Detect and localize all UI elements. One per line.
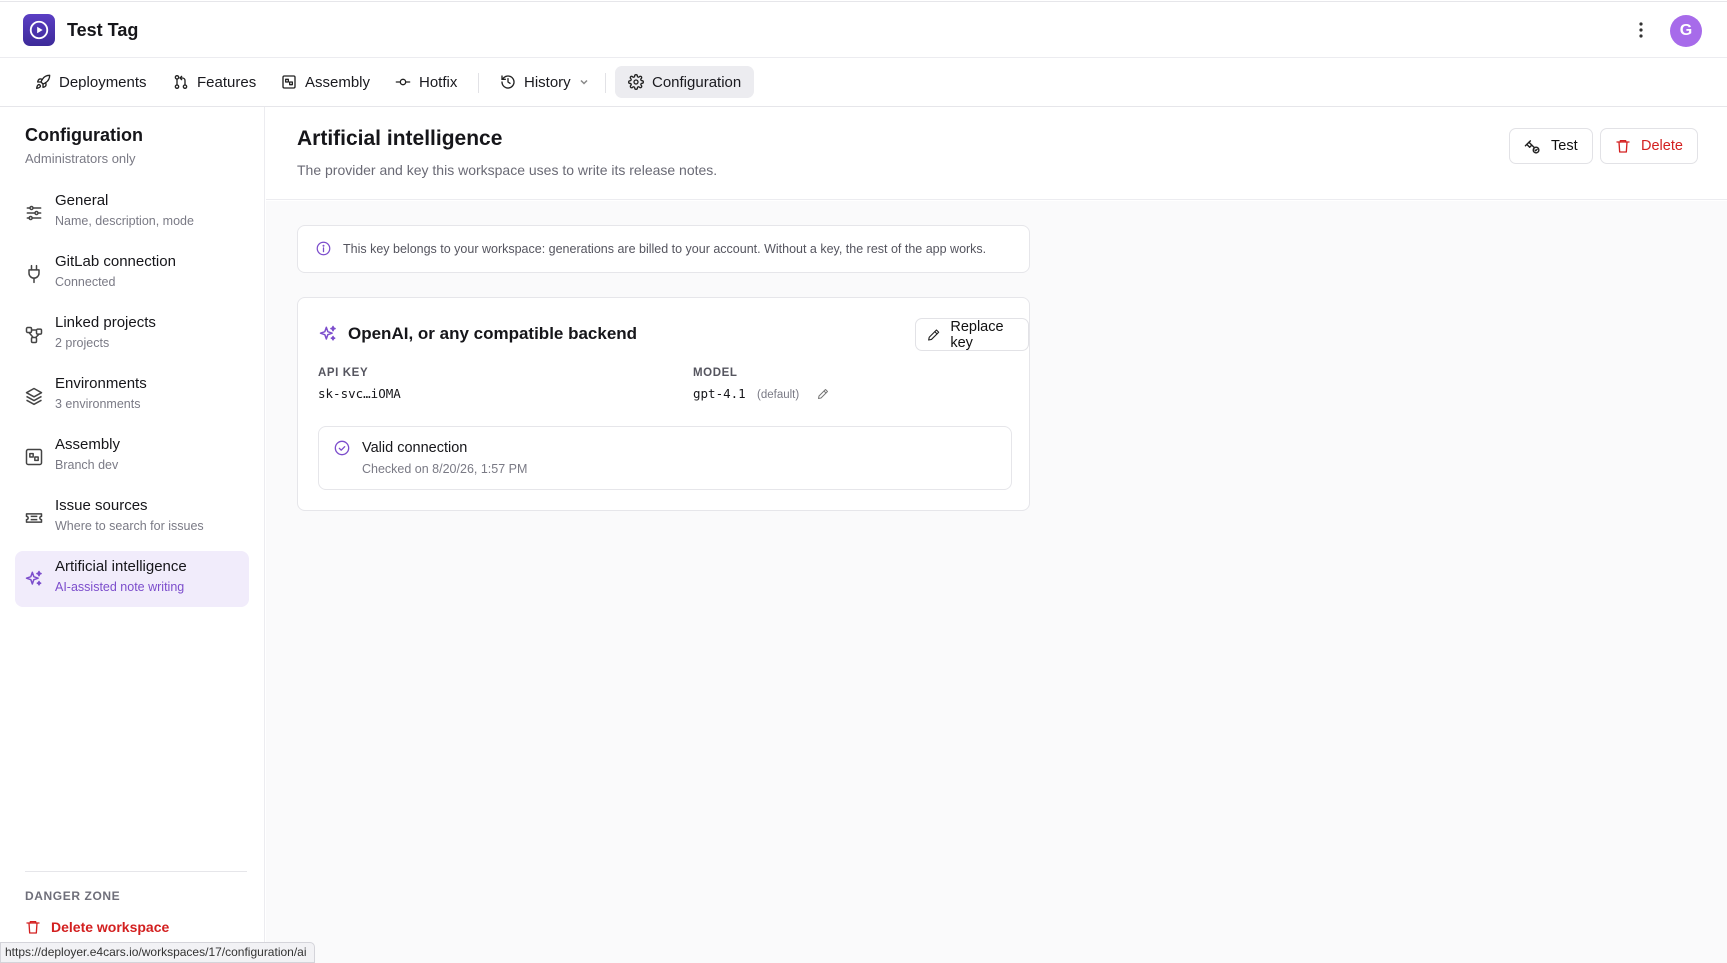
pencil-icon bbox=[928, 328, 940, 341]
ticket-icon bbox=[25, 513, 43, 523]
config-sidebar: Configuration Administrators only Genera… bbox=[0, 107, 265, 963]
commit-icon bbox=[395, 78, 411, 86]
tab-features[interactable]: Features bbox=[160, 66, 269, 98]
tab-hotfix[interactable]: Hotfix bbox=[382, 66, 470, 98]
page-subtitle: The provider and key this workspace uses… bbox=[297, 162, 718, 178]
sidebar-item-linked-projects[interactable]: Linked projects 2 projects bbox=[15, 307, 249, 363]
trash-icon bbox=[26, 921, 40, 934]
sparkles-icon bbox=[319, 325, 336, 341]
sidebar-item-description: Connected bbox=[55, 275, 116, 289]
tab-configuration[interactable]: Configuration bbox=[615, 66, 755, 98]
sidebar-item-environments[interactable]: Environments 3 environments bbox=[15, 368, 249, 424]
info-icon bbox=[316, 241, 331, 256]
top-header: Test Tag G bbox=[0, 1, 1727, 58]
sidebar-item-description: 2 projects bbox=[55, 336, 110, 350]
danger-zone-divider bbox=[25, 871, 247, 872]
delete-button[interactable]: Delete bbox=[1600, 128, 1698, 164]
model-label: MODEL bbox=[693, 367, 738, 379]
nodes-icon bbox=[25, 326, 43, 344]
sidebar-subtitle: Administrators only bbox=[25, 151, 136, 166]
tab-label: Configuration bbox=[652, 73, 742, 91]
plug-icon bbox=[28, 264, 40, 284]
provider-title: OpenAI, or any compatible backend bbox=[348, 324, 638, 343]
sidebar-item-label: Environments bbox=[55, 375, 147, 392]
user-avatar[interactable]: G bbox=[1670, 15, 1702, 47]
tab-separator bbox=[478, 73, 479, 93]
provider-card: OpenAI, or any compatible backend Replac… bbox=[297, 297, 1030, 511]
sidebar-item-description: Name, description, mode bbox=[55, 214, 194, 228]
test-button[interactable]: Test bbox=[1509, 128, 1593, 164]
sidebar-item-label: Artificial intelligence bbox=[55, 558, 187, 575]
edit-model-icon[interactable] bbox=[817, 388, 829, 400]
tab-separator bbox=[605, 73, 606, 93]
main-nav: Deployments Features Assembly Hotfix His… bbox=[0, 58, 1727, 107]
history-icon bbox=[501, 75, 515, 89]
app-logo-icon[interactable] bbox=[23, 14, 55, 46]
info-notice-text: This key belongs to your workspace: gene… bbox=[343, 242, 987, 256]
check-circle-icon bbox=[334, 440, 350, 456]
status-checked-time: Checked on 8/20/26, 1:57 PM bbox=[362, 462, 528, 476]
sidebar-item-artificial-intelligence[interactable]: Artificial intelligence AI-assisted note… bbox=[15, 551, 249, 607]
sidebar-item-label: Assembly bbox=[55, 436, 121, 453]
tab-label: History bbox=[524, 73, 571, 91]
sliders-icon bbox=[26, 205, 42, 221]
model-default-tag: (default) bbox=[757, 389, 800, 401]
connection-status: Valid connection Checked on 8/20/26, 1:5… bbox=[318, 426, 1012, 490]
sidebar-item-description: AI-assisted note writing bbox=[55, 580, 185, 594]
assembly-icon bbox=[25, 448, 43, 466]
sidebar-item-description: 3 environments bbox=[55, 397, 141, 411]
sidebar-item-label: General bbox=[55, 192, 109, 209]
trash-icon bbox=[1616, 140, 1630, 153]
layers-icon bbox=[25, 387, 43, 406]
merge-icon bbox=[174, 75, 188, 89]
tab-assembly[interactable]: Assembly bbox=[268, 66, 383, 98]
tab-label: Assembly bbox=[305, 73, 371, 91]
tab-label: Features bbox=[197, 73, 257, 91]
sidebar-item-description: Where to search for issues bbox=[55, 519, 204, 533]
page-content: This key belongs to your workspace: gene… bbox=[266, 201, 1727, 963]
sidebar-item-assembly[interactable]: Assembly Branch dev bbox=[15, 429, 249, 485]
tab-history[interactable]: History bbox=[487, 66, 602, 98]
sidebar-item-label: Issue sources bbox=[55, 497, 148, 514]
sparkles-icon bbox=[25, 570, 42, 586]
sidebar-item-issue-sources[interactable]: Issue sources Where to search for issues bbox=[15, 490, 249, 546]
replace-key-button[interactable]: Replace key bbox=[915, 318, 1029, 351]
replace-key-label: Replace key bbox=[950, 318, 1004, 351]
assembly-icon bbox=[282, 75, 296, 89]
page-header: Artificial intelligence The provider and… bbox=[266, 107, 1727, 200]
sidebar-title: Configuration bbox=[25, 125, 143, 145]
tab-label: Deployments bbox=[59, 73, 147, 91]
delete-label: Delete bbox=[1641, 138, 1683, 154]
model-value: gpt-4.1 bbox=[693, 386, 746, 401]
delete-workspace-button[interactable]: Delete workspace bbox=[25, 919, 169, 935]
api-key-label: API KEY bbox=[318, 367, 369, 379]
page-title: Artificial intelligence bbox=[297, 127, 503, 150]
rocket-icon bbox=[36, 74, 51, 89]
info-notice: This key belongs to your workspace: gene… bbox=[297, 225, 1030, 273]
sidebar-item-label: Linked projects bbox=[55, 314, 156, 331]
app-name: Test Tag bbox=[67, 20, 139, 40]
tab-label: Hotfix bbox=[419, 73, 458, 91]
plug-test-icon bbox=[1524, 139, 1540, 154]
chevron-down-icon bbox=[580, 79, 588, 85]
sidebar-item-gitlab-connection[interactable]: GitLab connection Connected bbox=[15, 246, 249, 302]
status-bar-url: https://deployer.e4cars.io/workspaces/17… bbox=[0, 942, 315, 963]
gear-icon bbox=[628, 74, 644, 90]
api-key-value: sk-svc…iOMA bbox=[318, 386, 401, 401]
sidebar-item-description: Branch dev bbox=[55, 458, 119, 472]
sidebar-item-label: GitLab connection bbox=[55, 253, 176, 270]
delete-workspace-label: Delete workspace bbox=[51, 919, 170, 935]
sidebar-item-general[interactable]: General Name, description, mode bbox=[15, 185, 249, 241]
more-options-icon[interactable] bbox=[1630, 18, 1652, 42]
danger-zone-title: DANGER ZONE bbox=[25, 889, 121, 903]
tab-deployments[interactable]: Deployments bbox=[22, 66, 160, 98]
status-title: Valid connection bbox=[362, 440, 468, 456]
test-label: Test bbox=[1551, 138, 1578, 154]
